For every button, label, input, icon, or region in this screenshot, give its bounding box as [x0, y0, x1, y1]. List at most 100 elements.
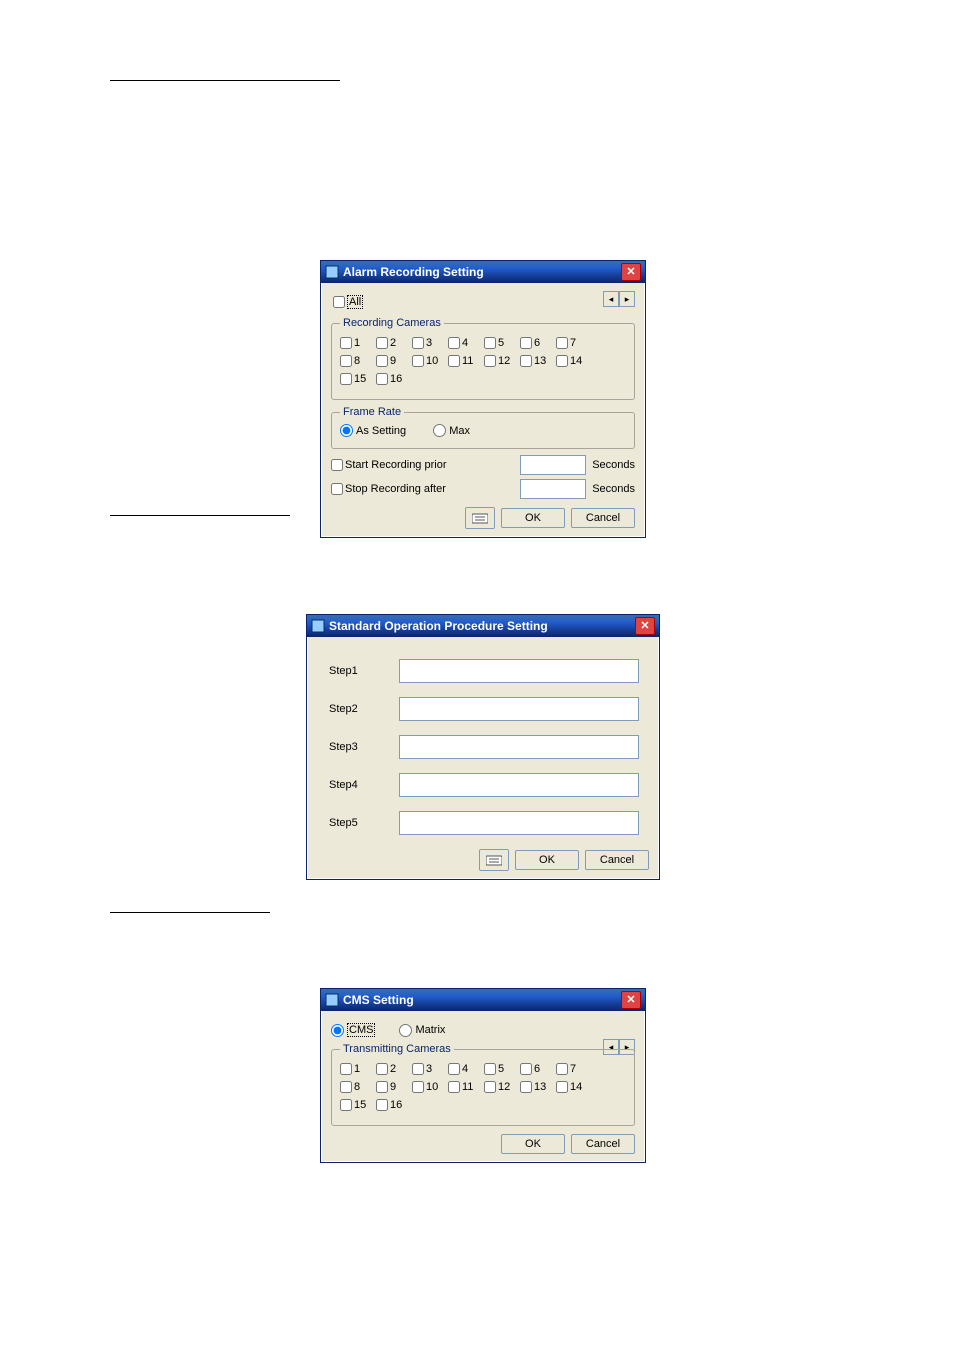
- camera-label: 3: [426, 337, 432, 349]
- stop-recording-after-input[interactable]: [520, 479, 586, 499]
- camera-label: 2: [390, 1063, 396, 1075]
- titlebar: CMS Setting ✕: [321, 989, 645, 1011]
- camera-checkbox-11[interactable]: 11: [448, 1081, 484, 1093]
- transmitting-cameras-legend: Transmitting Cameras: [340, 1043, 454, 1055]
- camera-checkbox-11[interactable]: 11: [448, 355, 484, 367]
- camera-checkbox-9[interactable]: 9: [376, 355, 412, 367]
- camera-checkbox-13[interactable]: 13: [520, 1081, 556, 1093]
- cms-radio[interactable]: CMS: [331, 1023, 375, 1037]
- camera-label: 16: [390, 373, 402, 385]
- titlebar: Alarm Recording Setting ✕: [321, 261, 645, 283]
- seconds-label: Seconds: [592, 459, 635, 471]
- sop-step-label: Step4: [317, 779, 399, 791]
- camera-label: 3: [426, 1063, 432, 1075]
- next-page-arrow[interactable]: ▸: [619, 291, 635, 307]
- camera-label: 15: [354, 1099, 366, 1111]
- camera-label: 9: [390, 355, 396, 367]
- camera-checkbox-10[interactable]: 10: [412, 355, 448, 367]
- sop-step-input-3[interactable]: [399, 735, 639, 759]
- sop-step-input-5[interactable]: [399, 811, 639, 835]
- all-checkbox[interactable]: All: [333, 295, 363, 309]
- sop-step-input-2[interactable]: [399, 697, 639, 721]
- camera-checkbox-2[interactable]: 2: [376, 337, 412, 349]
- start-recording-prior-input[interactable]: [520, 455, 586, 475]
- camera-checkbox-4[interactable]: 4: [448, 337, 484, 349]
- recording-cameras-legend: Recording Cameras: [340, 317, 444, 329]
- camera-label: 16: [390, 1099, 402, 1111]
- camera-label: 4: [462, 337, 468, 349]
- start-recording-prior-checkbox[interactable]: Start Recording prior: [331, 459, 471, 471]
- alarm-recording-dialog: Alarm Recording Setting ✕ All ◂ ▸ Record…: [320, 260, 646, 538]
- matrix-radio-label: Matrix: [415, 1024, 445, 1036]
- camera-checkbox-6[interactable]: 6: [520, 1063, 556, 1075]
- stop-recording-after-checkbox[interactable]: Stop Recording after: [331, 483, 471, 495]
- camera-checkbox-8[interactable]: 8: [340, 355, 376, 367]
- camera-label: 14: [570, 355, 582, 367]
- close-button[interactable]: ✕: [635, 617, 655, 635]
- sop-dialog: Standard Operation Procedure Setting ✕ S…: [306, 614, 660, 880]
- sop-step-row-2: Step2: [317, 697, 649, 721]
- camera-checkbox-6[interactable]: 6: [520, 337, 556, 349]
- camera-checkbox-15[interactable]: 15: [340, 1099, 376, 1111]
- sop-step-input-1[interactable]: [399, 659, 639, 683]
- start-recording-prior-label: Start Recording prior: [345, 459, 447, 471]
- as-setting-radio[interactable]: As Setting: [340, 424, 406, 437]
- camera-checkbox-5[interactable]: 5: [484, 1063, 520, 1075]
- ok-button[interactable]: OK: [501, 508, 565, 528]
- camera-checkbox-9[interactable]: 9: [376, 1081, 412, 1093]
- camera-checkbox-13[interactable]: 13: [520, 355, 556, 367]
- camera-label: 10: [426, 1081, 438, 1093]
- onscreen-keyboard-button[interactable]: [465, 507, 495, 529]
- camera-checkbox-2[interactable]: 2: [376, 1063, 412, 1075]
- sop-step-label: Step5: [317, 817, 399, 829]
- dialog-title: Alarm Recording Setting: [343, 261, 484, 283]
- sop-step-row-3: Step3: [317, 735, 649, 759]
- camera-checkbox-3[interactable]: 3: [412, 337, 448, 349]
- camera-checkbox-1[interactable]: 1: [340, 1063, 376, 1075]
- sop-step-label: Step3: [317, 741, 399, 753]
- all-checkbox-label: All: [347, 295, 363, 309]
- camera-label: 9: [390, 1081, 396, 1093]
- camera-checkbox-3[interactable]: 3: [412, 1063, 448, 1075]
- sop-step-label: Step2: [317, 703, 399, 715]
- camera-label: 7: [570, 337, 576, 349]
- camera-label: 4: [462, 1063, 468, 1075]
- camera-checkbox-12[interactable]: 12: [484, 355, 520, 367]
- matrix-radio[interactable]: Matrix: [399, 1024, 445, 1037]
- cancel-button[interactable]: Cancel: [585, 850, 649, 870]
- camera-checkbox-16[interactable]: 16: [376, 1099, 412, 1111]
- camera-label: 11: [462, 1081, 473, 1093]
- sop-step-input-4[interactable]: [399, 773, 639, 797]
- transmitting-cameras-group: Transmitting Cameras 1234567891011121314…: [331, 1043, 635, 1126]
- camera-checkbox-10[interactable]: 10: [412, 1081, 448, 1093]
- camera-label: 11: [462, 355, 473, 367]
- camera-label: 1: [354, 1063, 360, 1075]
- camera-checkbox-7[interactable]: 7: [556, 337, 592, 349]
- cancel-button[interactable]: Cancel: [571, 508, 635, 528]
- camera-checkbox-7[interactable]: 7: [556, 1063, 592, 1075]
- camera-checkbox-14[interactable]: 14: [556, 1081, 592, 1093]
- max-radio[interactable]: Max: [433, 424, 470, 437]
- ok-button[interactable]: OK: [501, 1134, 565, 1154]
- camera-checkbox-4[interactable]: 4: [448, 1063, 484, 1075]
- seconds-label-2: Seconds: [592, 483, 635, 495]
- cms-radio-label: CMS: [347, 1023, 375, 1037]
- camera-checkbox-5[interactable]: 5: [484, 337, 520, 349]
- camera-checkbox-12[interactable]: 12: [484, 1081, 520, 1093]
- cancel-button[interactable]: Cancel: [571, 1134, 635, 1154]
- frame-rate-legend: Frame Rate: [340, 406, 404, 418]
- camera-checkbox-14[interactable]: 14: [556, 355, 592, 367]
- prev-page-arrow[interactable]: ◂: [603, 291, 619, 307]
- sop-step-row-1: Step1: [317, 659, 649, 683]
- stop-recording-after-label: Stop Recording after: [345, 483, 446, 495]
- onscreen-keyboard-button[interactable]: [479, 849, 509, 871]
- camera-checkbox-8[interactable]: 8: [340, 1081, 376, 1093]
- close-button[interactable]: ✕: [621, 991, 641, 1009]
- camera-label: 10: [426, 355, 438, 367]
- sop-step-row-4: Step4: [317, 773, 649, 797]
- close-button[interactable]: ✕: [621, 263, 641, 281]
- camera-checkbox-16[interactable]: 16: [376, 373, 412, 385]
- camera-checkbox-1[interactable]: 1: [340, 337, 376, 349]
- ok-button[interactable]: OK: [515, 850, 579, 870]
- camera-checkbox-15[interactable]: 15: [340, 373, 376, 385]
